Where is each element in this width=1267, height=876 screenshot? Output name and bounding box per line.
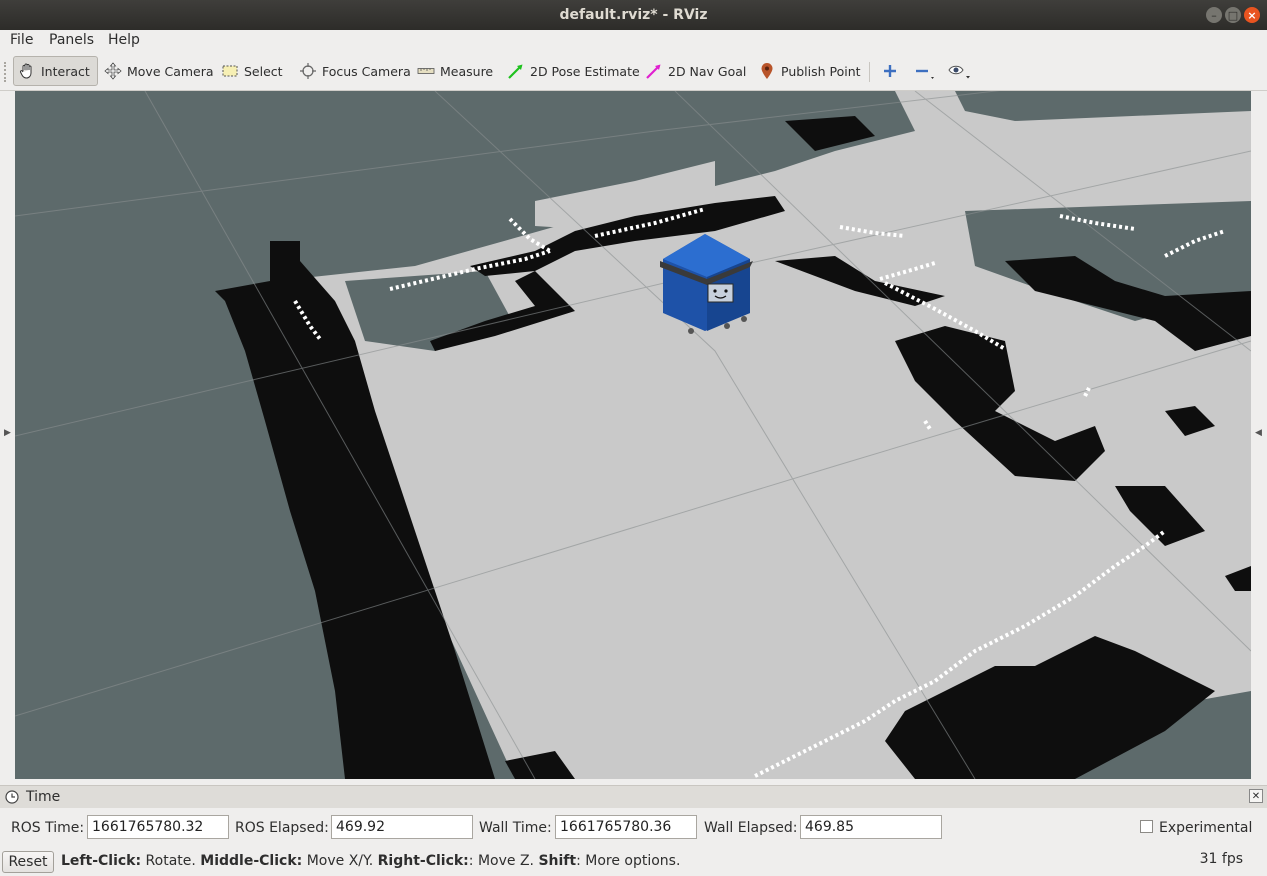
close-icon: × <box>1247 8 1257 22</box>
hint-right-key: Right-Click: <box>377 853 469 869</box>
wall-elapsed-label: Wall Elapsed: <box>704 820 798 836</box>
move-camera-tool-button[interactable]: Move Camera <box>100 56 218 86</box>
render-viewport[interactable] <box>15 91 1251 779</box>
select-label: Select <box>244 63 283 79</box>
fps-counter: 31 fps <box>1199 851 1243 867</box>
nav-goal-label: 2D Nav Goal <box>668 63 747 79</box>
ros-elapsed-field[interactable] <box>331 815 473 839</box>
window-titlebar: default.rviz* - RViz – □ × <box>0 0 1267 30</box>
left-dock-arrow-icon[interactable]: ▶ <box>4 428 11 438</box>
minimize-icon: – <box>1211 8 1217 22</box>
move-camera-icon <box>104 62 122 80</box>
interact-tool-button[interactable]: Interact <box>13 56 98 86</box>
map-scene <box>15 91 1251 779</box>
experimental-label: Experimental <box>1159 820 1253 836</box>
hint-left-key: Left-Click: <box>61 853 142 869</box>
focus-camera-tool-button[interactable]: Focus Camera <box>295 56 415 86</box>
experimental-checkbox[interactable] <box>1140 820 1153 833</box>
hint-shift-key: Shift <box>538 853 577 869</box>
measure-tool-button[interactable]: Measure <box>413 56 497 86</box>
add-tool-button[interactable] <box>878 56 902 86</box>
ros-elapsed-label: ROS Elapsed: <box>235 820 329 836</box>
maximize-icon: □ <box>1227 8 1239 22</box>
window-title: default.rviz* - RViz <box>559 7 708 23</box>
hint-shift-value: : More options. <box>576 853 681 869</box>
interact-label: Interact <box>41 63 90 79</box>
hint-left-value: Rotate. <box>141 853 201 869</box>
reset-button[interactable]: Reset <box>2 851 54 873</box>
wall-time-field[interactable] <box>555 815 697 839</box>
time-panel-header: Time ✕ <box>0 785 1267 808</box>
menu-help[interactable]: Help <box>108 32 140 48</box>
measure-label: Measure <box>440 63 494 79</box>
mouse-hint-text: Left-Click: Rotate. Middle-Click: Move X… <box>61 853 680 869</box>
maximize-button[interactable]: □ <box>1225 7 1241 23</box>
hint-middle-value: Move X/Y. <box>302 853 378 869</box>
hint-right-value: : Move Z. <box>468 853 539 869</box>
measure-icon <box>417 68 435 74</box>
menubar: File Panels Help <box>0 30 1267 52</box>
remove-tool-button[interactable] <box>910 56 940 86</box>
focus-camera-label: Focus Camera <box>322 63 411 79</box>
clock-icon <box>5 790 19 804</box>
right-dock-arrow-icon[interactable]: ◀ <box>1255 428 1262 438</box>
move-camera-label: Move Camera <box>127 63 214 79</box>
wall-time-label: Wall Time: <box>479 820 552 836</box>
toolbar-separator <box>869 62 870 82</box>
publish-point-tool-button[interactable]: Publish Point <box>754 56 865 86</box>
eye-icon <box>948 65 970 79</box>
toolbar-grip[interactable] <box>4 62 10 82</box>
wall-elapsed-field[interactable] <box>800 815 942 839</box>
select-icon <box>222 65 238 77</box>
time-panel-title: Time <box>26 789 61 805</box>
plus-icon <box>884 65 896 77</box>
pose-estimate-tool-button[interactable]: 2D Pose Estimate <box>503 56 644 86</box>
tool-visibility-button[interactable] <box>943 56 977 86</box>
hand-icon <box>19 63 32 79</box>
pose-arrow-icon <box>508 64 523 79</box>
time-panel-fields: ROS Time: ROS Elapsed: Wall Time: Wall E… <box>0 808 1267 846</box>
close-icon: ✕ <box>1251 791 1261 802</box>
menu-file[interactable]: File <box>10 32 33 48</box>
ros-time-field[interactable] <box>87 815 229 839</box>
minimize-button[interactable]: – <box>1206 7 1222 23</box>
select-tool-button[interactable]: Select <box>217 56 287 86</box>
close-button[interactable]: × <box>1244 7 1260 23</box>
pose-estimate-label: 2D Pose Estimate <box>530 63 640 79</box>
map-pin-icon <box>761 63 773 79</box>
nav-goal-tool-button[interactable]: 2D Nav Goal <box>641 56 750 86</box>
menu-panels[interactable]: Panels <box>49 32 94 48</box>
ros-time-label: ROS Time: <box>11 820 85 836</box>
minus-icon <box>916 69 934 79</box>
status-bar: Reset Left-Click: Rotate. Middle-Click: … <box>0 848 1267 876</box>
goal-arrow-icon <box>646 64 661 79</box>
time-panel-close-button[interactable]: ✕ <box>1249 789 1263 803</box>
publish-point-label: Publish Point <box>781 63 861 79</box>
focus-camera-icon <box>300 63 316 79</box>
hint-middle-key: Middle-Click: <box>200 853 303 869</box>
